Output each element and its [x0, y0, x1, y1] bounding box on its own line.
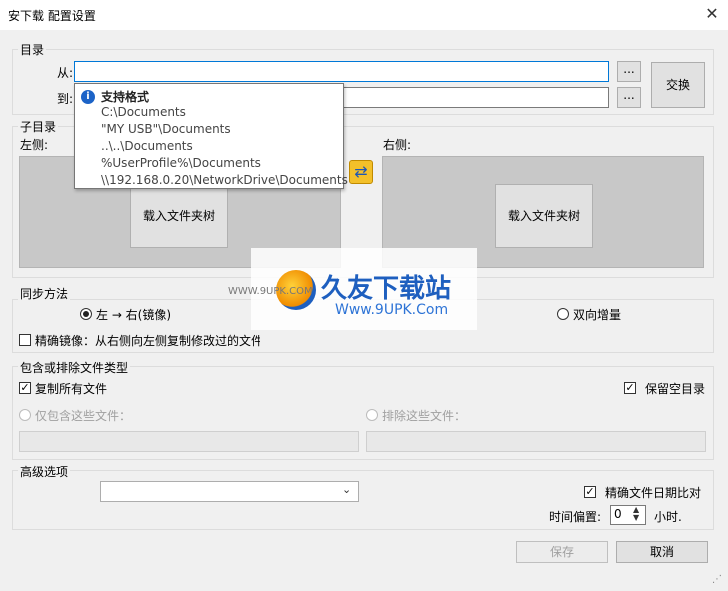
tooltip-line: C:\Documents: [101, 105, 186, 119]
tooltip-line: %UserProfile%\Documents: [101, 156, 261, 170]
from-browse-button[interactable]: ...: [617, 61, 641, 82]
exclude-label: 排除这些文件：: [382, 409, 467, 423]
filter-group-label: 包含或排除文件类型: [18, 359, 131, 376]
window-title: 安下载 配置设置: [8, 9, 96, 23]
tooltip-line: \\192.168.0.20\NetworkDrive\Documents: [101, 173, 348, 187]
exclude-radio[interactable]: [366, 409, 378, 421]
time-offset-value: 0: [614, 507, 622, 521]
swap-arrows-icon[interactable]: ⇄: [349, 160, 373, 184]
tooltip-line: "MY USB"\Documents: [101, 122, 231, 136]
tooltip-line: ..\..\Documents: [101, 139, 193, 153]
left-side-label: 左侧:: [20, 138, 49, 152]
left-to-right-radio[interactable]: [80, 308, 92, 320]
right-side-label: 右侧:: [383, 138, 412, 152]
close-icon[interactable]: ✕: [702, 4, 722, 24]
exact-mirror-label: 精确镜像：从右侧向左侧复制修改过的文件: [35, 334, 260, 348]
from-label: 从:: [57, 66, 74, 80]
exclude-input[interactable]: [366, 431, 706, 452]
advanced-dropdown[interactable]: [100, 481, 359, 502]
watermark-brand: 久友下载站: [321, 274, 452, 304]
left-to-right-label: 左 → 右(镜像): [96, 308, 172, 322]
resize-grip-icon[interactable]: ⋰: [712, 574, 722, 585]
watermark-url: Www.9UPK.Com: [335, 302, 449, 318]
title-bar: [0, 0, 728, 30]
sync-group-label: 同步方法: [18, 285, 71, 302]
to-browse-button[interactable]: ...: [617, 87, 641, 108]
watermark: 久友下载站 Www.9UPK.Com WWW.9UPK.COM: [228, 248, 477, 330]
exact-date-checkbox[interactable]: ✓: [584, 486, 596, 498]
subdir-group-label: 子目录: [18, 118, 59, 135]
formats-tooltip: i 支持格式 C:\Documents "MY USB"\Documents .…: [74, 83, 348, 189]
two-way-radio[interactable]: [557, 308, 569, 320]
left-load-tree-button[interactable]: 载入文件夹树: [130, 184, 228, 248]
save-button[interactable]: 保存: [516, 541, 608, 563]
keep-empty-checkbox[interactable]: ✓: [624, 382, 636, 394]
exact-date-label: 精确文件日期比对: [605, 486, 702, 500]
info-icon: i: [81, 90, 95, 104]
swap-button[interactable]: 交换: [651, 62, 705, 108]
to-label: 到:: [57, 92, 74, 106]
directory-group-label: 目录: [18, 41, 47, 58]
copy-all-checkbox[interactable]: ✓: [19, 382, 31, 394]
include-only-label: 仅包含这些文件：: [35, 409, 132, 423]
tooltip-title: 支持格式: [101, 90, 150, 104]
copy-all-label: 复制所有文件: [35, 382, 108, 396]
include-only-input[interactable]: [19, 431, 359, 452]
advanced-group-label: 高级选项: [18, 463, 71, 480]
spinner-arrows-icon[interactable]: ▲ ▼: [633, 506, 639, 522]
include-only-radio[interactable]: [19, 409, 31, 421]
cancel-button[interactable]: 取消: [616, 541, 708, 563]
time-offset-unit: 小时.: [654, 510, 682, 524]
chevron-down-icon[interactable]: ⌄: [342, 483, 351, 496]
exact-mirror-checkbox[interactable]: [19, 334, 31, 346]
time-offset-label: 时间偏置:: [549, 510, 602, 524]
from-path-input[interactable]: [74, 61, 609, 82]
watermark-small-url: WWW.9UPK.COM: [228, 286, 313, 297]
right-load-tree-button[interactable]: 载入文件夹树: [495, 184, 593, 248]
two-way-label: 双向增量: [573, 308, 622, 322]
keep-empty-label: 保留空目录: [645, 382, 706, 396]
